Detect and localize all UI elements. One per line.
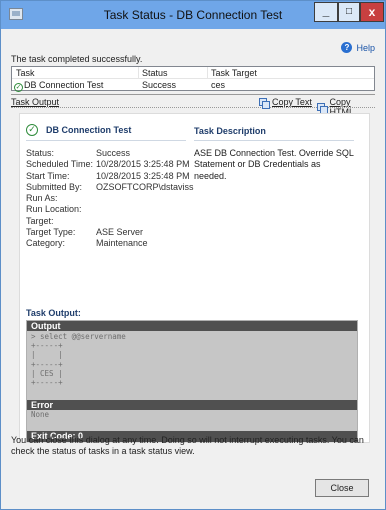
copy-icon [259, 97, 270, 109]
task-description-title: Task Description [194, 126, 266, 136]
minimize-button[interactable]: _ [314, 2, 338, 22]
target-cell: ces [211, 80, 226, 90]
property-row: Category: Maintenance [26, 238, 194, 249]
task-output-console: Output > select @@servername +-----+ | |… [26, 320, 358, 442]
task-cell: ✓ DB Connection Test [14, 80, 103, 92]
task-properties: Status: Success Scheduled Time: 10/28/2015… [26, 148, 194, 250]
copy-text-button[interactable]: Copy Text [259, 97, 312, 109]
grid-header: Task Status Task Target [12, 67, 374, 79]
property-key: Start Time: [26, 170, 70, 181]
task-output-title: Task Output: [26, 308, 81, 318]
property-key: Submitted By: [26, 181, 83, 192]
property-row: Scheduled Time: 10/28/2015 3:25:48 PM [26, 159, 194, 170]
property-value: Success [96, 148, 131, 158]
table-row[interactable]: ✓ DB Connection Test Success ces [12, 79, 374, 92]
copy-text-label: Copy Text [272, 97, 312, 107]
output-line: +-----+ [31, 341, 63, 351]
task-output-label: Task Output [11, 97, 60, 107]
footer-note: You can close this dialog at any time. D… [11, 435, 364, 456]
output-header: Output [27, 321, 357, 331]
maximize-button[interactable]: □ [338, 2, 360, 22]
property-key: Scheduled Time: [26, 159, 94, 170]
divider [26, 140, 186, 141]
task-heading: ✓ DB Connection Test [26, 124, 131, 136]
task-output-bar: Task Output Copy Text Copy HTML [11, 94, 375, 117]
task-description: ASE DB Connection Test. Override SQL Sta… [194, 148, 354, 181]
help-label: Help [356, 42, 375, 53]
divider [194, 140, 354, 141]
task-detail-panel[interactable]: ✓ DB Connection Test Status: Success Sche… [19, 113, 370, 443]
property-value: 10/28/2015 3:25:48 PM [96, 170, 190, 181]
column-header-task[interactable]: Task [16, 68, 35, 78]
property-key: Run As: [26, 193, 58, 204]
property-value: 10/28/2015 3:25:48 PM [96, 159, 190, 170]
help-link[interactable]: ? Help [341, 42, 375, 53]
property-row: Run As: [26, 193, 194, 204]
property-key: Target: [26, 215, 54, 226]
close-window-button[interactable]: x [360, 2, 384, 22]
property-key: Status: [26, 148, 55, 158]
error-header: Error [27, 400, 357, 410]
task-grid[interactable]: Task Status Task Target ✓ DB Connection T… [11, 66, 375, 92]
help-icon: ? [341, 42, 353, 53]
success-check-icon: ✓ [14, 83, 23, 92]
completion-message: The task completed successfully. [11, 54, 143, 64]
task-heading-label: DB Connection Test [46, 125, 132, 135]
property-value: ASE Server [96, 227, 144, 238]
column-header-status[interactable]: Status [142, 68, 168, 78]
output-lines: > select @@servername +-----+ | | +-----… [27, 331, 357, 388]
property-row: Start Time: 10/28/2015 3:25:48 PM [26, 171, 194, 182]
output-line: +-----+ [31, 359, 63, 369]
dialog-body: ? Help The task completed successfully. … [7, 29, 379, 505]
title-bar[interactable]: Task Status - DB Connection Test _ □ x [1, 1, 385, 29]
property-value: OZSOFTCORP\dstaviss [96, 181, 194, 192]
success-check-icon: ✓ [26, 124, 38, 136]
output-line: | CES | [31, 368, 63, 378]
task-status-window: Task Status - DB Connection Test _ □ x ?… [0, 0, 386, 510]
property-key: Run Location: [26, 204, 82, 215]
column-divider [138, 67, 139, 79]
property-row: Run Location: [26, 204, 194, 215]
error-value: None [31, 410, 50, 419]
column-divider [207, 67, 208, 79]
task-name: DB Connection Test [24, 80, 104, 90]
output-line: +-----+ [31, 377, 63, 387]
property-row: Target Type: ASE Server [26, 227, 194, 238]
property-key: Target Type: [26, 227, 76, 238]
property-row: Target: [26, 216, 194, 227]
copy-icon [317, 102, 329, 114]
property-key: Category: [26, 238, 66, 249]
column-header-task-target[interactable]: Task Target [211, 68, 257, 78]
property-row: Status: Success [26, 148, 194, 159]
output-line: | | [31, 350, 63, 360]
status-cell: Success [142, 80, 177, 90]
close-button[interactable]: Close [315, 479, 369, 497]
property-row: Submitted By: OZSOFTCORP\dstaviss [26, 182, 194, 193]
output-line: > select @@servername [31, 332, 126, 341]
property-value: Maintenance [96, 238, 148, 249]
close-button-label: Close [330, 483, 354, 493]
